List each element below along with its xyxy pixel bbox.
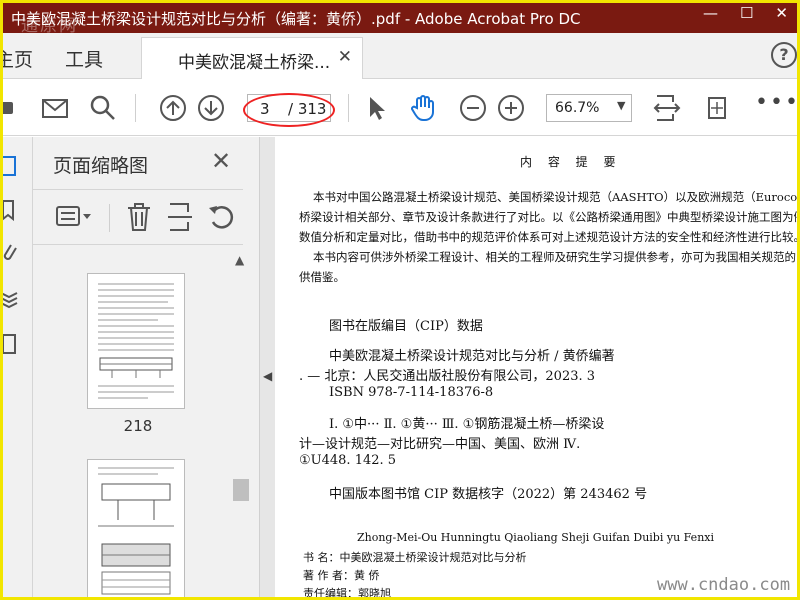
left-rail: [0, 137, 33, 597]
layers-icon[interactable]: [0, 287, 19, 309]
close-window-icon[interactable]: ✕: [775, 4, 788, 22]
previous-page-icon[interactable]: [159, 94, 187, 122]
bookmark-icon[interactable]: [0, 199, 19, 221]
meta-line: 书 名：中美欧混凝土桥梁设计规范对比与分析: [303, 551, 527, 564]
window-title: 中美欧混凝土桥梁设计规范对比与分析（编著：黄侨）.pdf - Adobe Acr…: [11, 10, 581, 28]
hand-tool-icon[interactable]: [409, 94, 437, 122]
help-icon[interactable]: ?: [771, 42, 797, 68]
app-window: 中美欧混凝土桥梁设计规范对比与分析（编著：黄侨）.pdf - Adobe Acr…: [0, 0, 800, 600]
thumbnail-page-number: 218: [123, 417, 153, 435]
toolbar-divider: [135, 94, 136, 122]
cip-line: 中美欧混凝土桥梁设计规范对比与分析 / 黄侨编著: [329, 349, 615, 364]
email-icon[interactable]: [41, 94, 69, 122]
page-heading: 内 容 提 要: [520, 155, 622, 169]
chevron-left-icon[interactable]: ◀: [263, 369, 272, 383]
zoom-value: 66.7%: [555, 100, 600, 116]
print-icon[interactable]: [0, 94, 23, 122]
panel-title: 页面缩略图: [53, 155, 149, 177]
cip-line: ①U448. 142. 5: [299, 453, 397, 468]
page-thumbnails-icon[interactable]: [0, 155, 19, 177]
cip-line: ISBN 978-7-114-18376-8: [329, 385, 494, 400]
minimize-icon[interactable]: —: [703, 4, 718, 22]
watermark-bottom: www.cndao.com: [657, 575, 791, 595]
tab-bar: 主页 工具 中美欧混凝土桥梁... ✕ ?: [3, 33, 797, 79]
tab-home[interactable]: 主页: [3, 45, 33, 72]
document-icon[interactable]: [0, 333, 19, 355]
thumbnail-list: 218: [33, 247, 243, 597]
scrollbar-thumb[interactable]: [233, 479, 249, 501]
select-cursor-icon[interactable]: [363, 94, 391, 122]
trash-icon[interactable]: [125, 202, 153, 232]
scroll-up-icon[interactable]: ▲: [235, 253, 244, 267]
zoom-out-icon[interactable]: [459, 94, 487, 122]
paragraph-line: 本书对中国公路混凝土桥梁设计规范、美国桥梁设计规范（AASHTO）以及欧洲规范（…: [313, 190, 800, 204]
rotate-icon[interactable]: [207, 202, 237, 232]
toolbar: 3 / 313 66.7% ▼ •••: [0, 80, 797, 136]
paragraph-line: 供借鉴。: [299, 270, 345, 284]
tab-document[interactable]: 中美欧混凝土桥梁... ✕: [141, 37, 363, 79]
full-screen-icon[interactable]: [703, 94, 731, 122]
title-bar: 中美欧混凝土桥梁设计规范对比与分析（编著：黄侨）.pdf - Adobe Acr…: [3, 3, 797, 36]
paragraph-line: 桥梁设计相关部分、章节及设计条款进行了对比。以《公路桥梁通用图》中典型桥梁设计施…: [299, 210, 800, 224]
panel-toolbar: [33, 189, 243, 245]
search-icon[interactable]: [89, 94, 117, 122]
next-page-icon[interactable]: [197, 94, 225, 122]
pinyin-title: Zhong-Mei-Ou Hunningtu Qiaoliang Sheji G…: [357, 531, 715, 544]
thumbnail-scrollbar[interactable]: ▲: [229, 247, 251, 597]
tab-tools[interactable]: 工具: [65, 45, 103, 72]
zoom-in-icon[interactable]: [497, 94, 525, 122]
toolbar-divider: [348, 94, 349, 122]
cip-line: 计—设计规范—对比研究—中国、美国、欧洲 Ⅳ.: [299, 437, 581, 452]
page-number-highlight: [243, 93, 335, 127]
cip-title: 图书在版编目（CIP）数据: [329, 319, 483, 334]
page-thumbnail[interactable]: [87, 459, 185, 597]
document-page: 内 容 提 要 本书对中国公路混凝土桥梁设计规范、美国桥梁设计规范（AASHTO…: [275, 137, 800, 600]
close-icon[interactable]: ✕: [338, 47, 352, 67]
fit-page-icon[interactable]: [653, 94, 681, 122]
cip-line: . — 北京：人民交通出版社股份有限公司，2023. 3: [299, 369, 596, 384]
zoom-select[interactable]: 66.7% ▼: [546, 94, 632, 122]
chevron-down-icon: ▼: [617, 99, 626, 112]
tab-document-label: 中美欧混凝土桥梁...: [178, 53, 331, 73]
meta-line: 著 作 者：黄 侨: [303, 569, 380, 582]
paragraph-line: 数值分析和定量对比，借助书中的规范评价体系可对上述规范设计方法的安全性和经济性进…: [299, 230, 800, 244]
cip-line: Ⅰ. ①中··· Ⅱ. ①黄··· Ⅲ. ①钢筋混凝土桥—桥梁设: [329, 417, 605, 432]
maximize-icon[interactable]: ☐: [740, 4, 753, 22]
paragraph-line: 本书内容可供涉外桥梁工程设计、相关的工程师及研究生学习提供参考，亦可为我国相关规…: [313, 250, 796, 264]
meta-line: 责任编辑：郭晓旭: [303, 587, 391, 600]
attachment-icon[interactable]: [0, 241, 19, 263]
extract-pages-icon[interactable]: [167, 202, 193, 232]
close-icon[interactable]: ✕: [211, 147, 231, 175]
page-thumbnail[interactable]: [87, 273, 185, 409]
cip-line: 中国版本图书馆 CIP 数据核字（2022）第 243462 号: [329, 487, 648, 502]
window-controls: — ☐ ✕: [703, 4, 788, 22]
panel-divider: [109, 204, 110, 232]
panel-collapse-strip[interactable]: ◀: [259, 137, 275, 597]
thumbnail-options-icon[interactable]: [55, 204, 93, 230]
more-options-icon[interactable]: •••: [755, 92, 797, 114]
page-thumbnails-panel: 页面缩略图 ✕ 218 ▲: [33, 137, 259, 597]
